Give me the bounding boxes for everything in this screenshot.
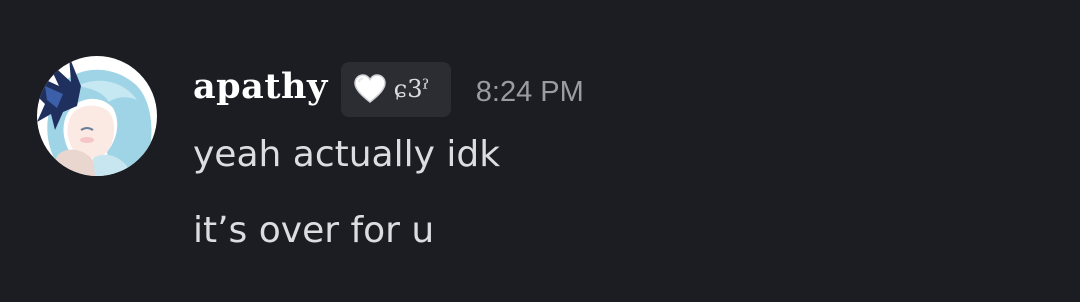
server-tag-text: ɕ3ˀ <box>393 75 430 103</box>
message-line: it’s over for u <box>193 210 435 251</box>
white-heart-icon <box>354 74 386 103</box>
server-tag[interactable]: ɕ3ˀ <box>340 61 451 117</box>
chat-message: apathy ɕ3ˀ 8:24 PM yeah actually idk it’… <box>0 0 1080 302</box>
message-header: apathy ɕ3ˀ 8:24 PM <box>193 60 584 118</box>
message-timestamp: 8:24 PM <box>475 75 584 108</box>
user-avatar[interactable] <box>37 56 157 176</box>
username[interactable]: apathy <box>193 69 328 104</box>
message-line: yeah actually idk <box>193 134 501 175</box>
